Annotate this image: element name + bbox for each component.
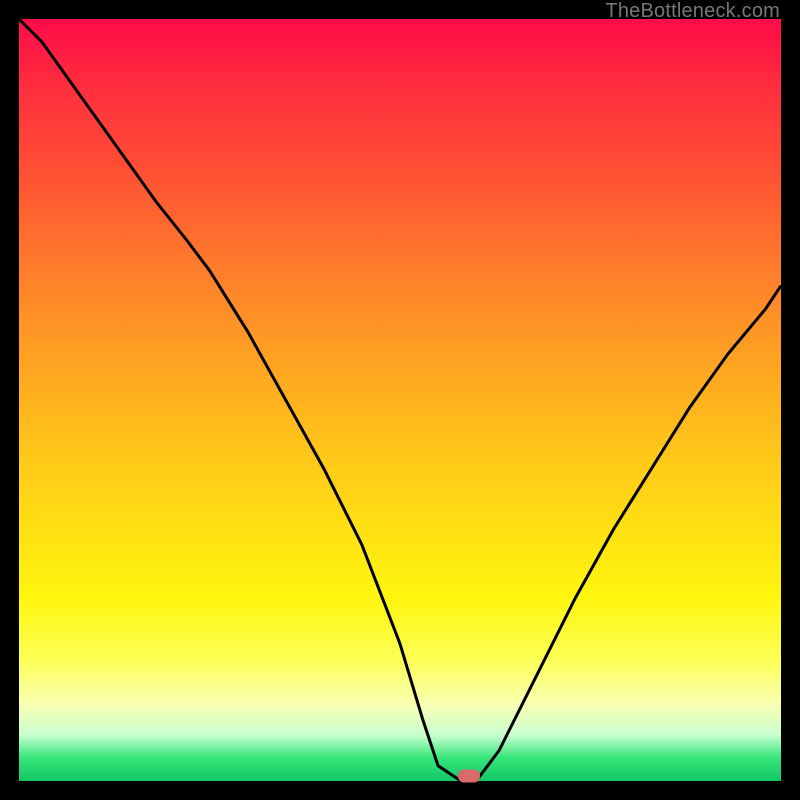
chart-frame: TheBottleneck.com xyxy=(0,0,800,800)
plot-area xyxy=(19,19,781,781)
minimum-marker xyxy=(458,769,480,782)
bottleneck-curve xyxy=(19,19,781,781)
watermark-text: TheBottleneck.com xyxy=(605,0,780,23)
